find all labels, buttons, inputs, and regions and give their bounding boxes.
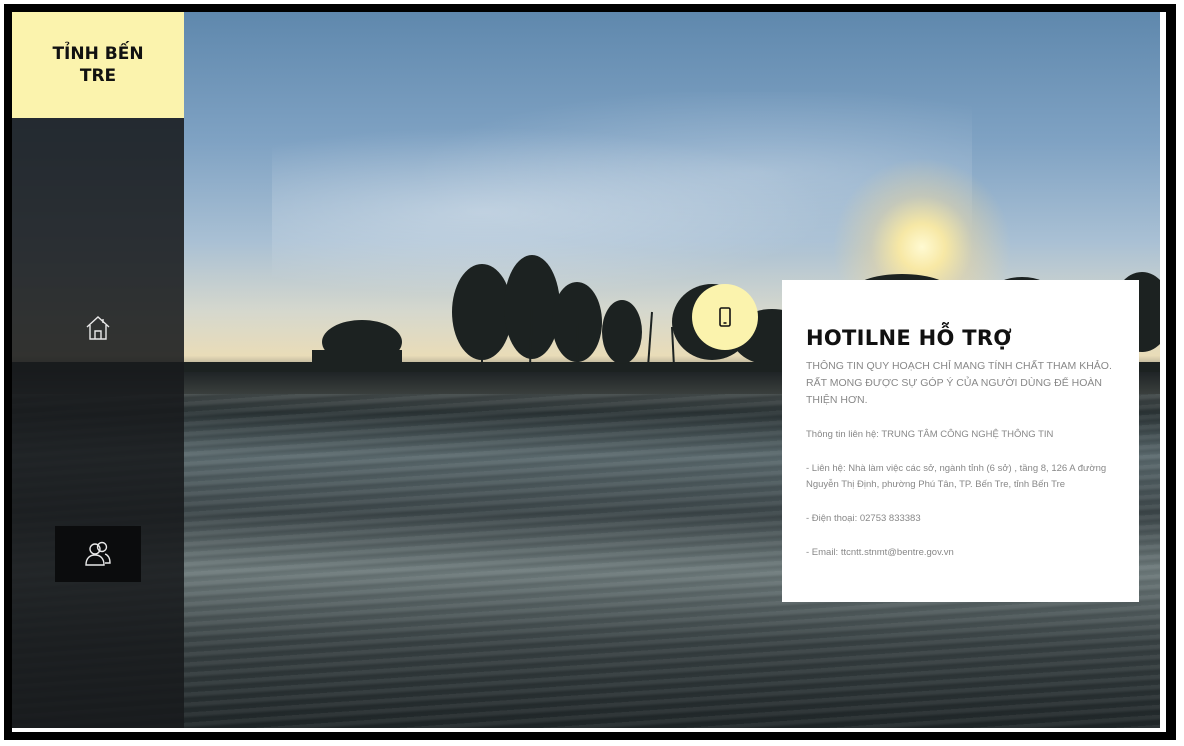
hotline-address: - Liên hệ: Nhà làm việc các sở, ngành tỉ… (806, 463, 1107, 490)
hotline-phone: - Điện thoại: 02753 833383 (806, 513, 921, 524)
hotline-subtitle: THÔNG TIN QUY HOẠCH CHỈ MANG TÍNH CHẤT T… (806, 360, 1112, 406)
brand-panel[interactable]: TỈNH BẾN TRE (12, 12, 184, 118)
hotline-badge[interactable] (692, 284, 758, 350)
hotline-title: HOTILNE HỖ TRỢ (806, 326, 1012, 350)
home-button[interactable] (74, 304, 122, 352)
users-icon (85, 541, 111, 566)
sidebar: TỈNH BẾN TRE (12, 12, 184, 728)
hotline-contact: Thông tin liên hệ: TRUNG TÂM CÔNG NGHỆ T… (806, 429, 1054, 440)
phone-icon (719, 307, 731, 327)
hotline-email: - Email: ttcntt.stnmt@bentre.gov.vn (806, 547, 954, 558)
brand-title: TỈNH BẾN TRE (52, 44, 144, 86)
users-button[interactable] (55, 526, 141, 582)
background-photo: TỈNH BẾN TRE HOTILNE HỖ TRỢ THÔNG TIN QU… (12, 12, 1160, 728)
hotline-card: HOTILNE HỖ TRỢ THÔNG TIN QUY HOẠCH CHỈ M… (782, 280, 1139, 602)
home-icon (86, 316, 110, 340)
